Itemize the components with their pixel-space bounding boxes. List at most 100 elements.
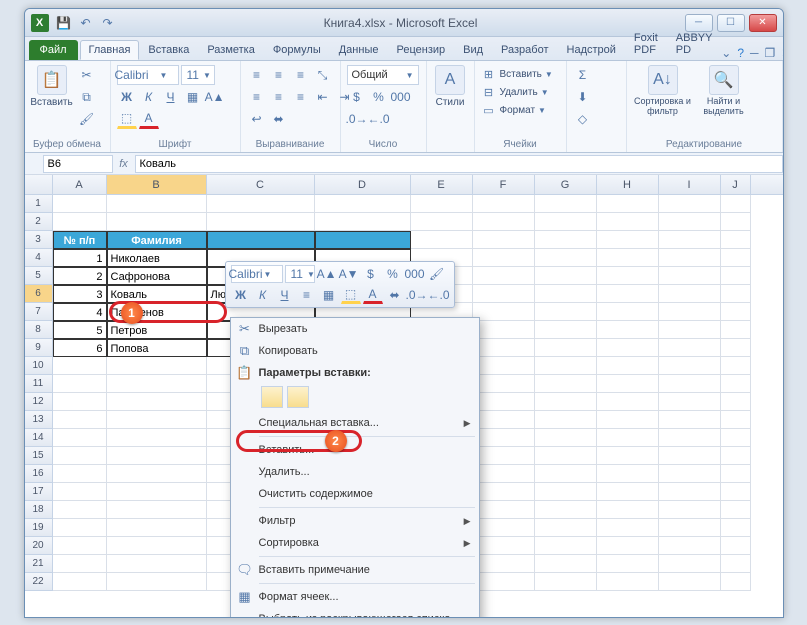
cell-H19[interactable] [597,519,659,537]
cell-D2[interactable] [315,213,411,231]
mini-decinc-icon[interactable]: .0→ [407,286,427,304]
mini-shrink-icon[interactable]: A▼ [339,265,359,283]
cell-I10[interactable] [659,357,721,375]
cell-J19[interactable] [721,519,751,537]
cell-B4[interactable]: Николаев [107,249,207,267]
row-header-4[interactable]: 4 [25,249,53,267]
mini-percent-icon[interactable]: % [383,265,403,283]
cell-J11[interactable] [721,375,751,393]
cell-I19[interactable] [659,519,721,537]
cell-G6[interactable] [535,285,597,303]
cell-B13[interactable] [107,411,207,429]
cell-A21[interactable] [53,555,107,573]
cell-H3[interactable] [597,231,659,249]
cell-F22[interactable] [473,573,535,591]
cell-A8[interactable]: 5 [53,321,107,339]
cell-A2[interactable] [53,213,107,231]
row-header-14[interactable]: 14 [25,429,53,447]
cells-format-button[interactable]: ▭Формат▼ [481,101,546,119]
font-size-combo[interactable]: 11▼ [181,65,215,85]
cells-insert-button[interactable]: ⊞Вставить▼ [481,65,553,83]
cell-A6[interactable]: 3 [53,285,107,303]
col-header-g[interactable]: G [535,175,597,194]
fill-icon[interactable]: ⬇ [573,87,593,107]
col-header-d[interactable]: D [315,175,411,194]
tab-view[interactable]: Вид [454,40,492,60]
cell-J7[interactable] [721,303,751,321]
cell-H7[interactable] [597,303,659,321]
cell-A12[interactable] [53,393,107,411]
cell-H22[interactable] [597,573,659,591]
cell-G19[interactable] [535,519,597,537]
cell-F2[interactable] [473,213,535,231]
fx-icon[interactable]: fx [113,158,135,170]
cell-J13[interactable] [721,411,751,429]
ctx-cut[interactable]: ✂Вырезать [231,318,479,340]
row-header-16[interactable]: 16 [25,465,53,483]
cell-J1[interactable] [721,195,751,213]
indent-dec-icon[interactable]: ⇤ [313,87,333,107]
col-header-i[interactable]: I [659,175,721,194]
row-header-6[interactable]: 6 [25,285,53,303]
cell-I20[interactable] [659,537,721,555]
cell-F13[interactable] [473,411,535,429]
cell-I12[interactable] [659,393,721,411]
cell-B17[interactable] [107,483,207,501]
ctx-copy[interactable]: ⧉Копировать [231,340,479,362]
orientation-icon[interactable]: ⤡ [313,65,333,85]
ctx-comment[interactable]: 🗨Вставить примечание [231,559,479,581]
cell-F14[interactable] [473,429,535,447]
cell-G15[interactable] [535,447,597,465]
cell-I3[interactable] [659,231,721,249]
cell-H2[interactable] [597,213,659,231]
cell-J3[interactable] [721,231,751,249]
cell-A1[interactable] [53,195,107,213]
cell-A19[interactable] [53,519,107,537]
find-select-button[interactable]: 🔍Найти и выделить [697,65,751,117]
row-header-1[interactable]: 1 [25,195,53,213]
sort-filter-button[interactable]: A↓Сортировка и фильтр [633,65,693,117]
cell-A14[interactable] [53,429,107,447]
cell-I4[interactable] [659,249,721,267]
cell-H10[interactable] [597,357,659,375]
cell-H9[interactable] [597,339,659,357]
cell-F5[interactable] [473,267,535,285]
cell-J15[interactable] [721,447,751,465]
cell-J5[interactable] [721,267,751,285]
cell-F18[interactable] [473,501,535,519]
grow-font-icon[interactable]: A▲ [205,87,225,107]
tab-file[interactable]: Файл [29,40,78,60]
cell-J4[interactable] [721,249,751,267]
col-header-b[interactable]: B [107,175,207,194]
cell-B19[interactable] [107,519,207,537]
cell-B14[interactable] [107,429,207,447]
row-header-5[interactable]: 5 [25,267,53,285]
tab-review[interactable]: Рецензир [387,40,454,60]
cell-I5[interactable] [659,267,721,285]
cell-F9[interactable] [473,339,535,357]
cell-I21[interactable] [659,555,721,573]
cell-G13[interactable] [535,411,597,429]
undo-icon[interactable]: ↶ [77,14,95,32]
col-header-c[interactable]: C [207,175,315,194]
cell-F20[interactable] [473,537,535,555]
mini-decdec-icon[interactable]: ←.0 [429,286,449,304]
tab-dev[interactable]: Разработ [492,40,557,60]
cell-G8[interactable] [535,321,597,339]
cell-H5[interactable] [597,267,659,285]
underline-button[interactable]: Ч [161,87,181,107]
cell-I16[interactable] [659,465,721,483]
cell-F17[interactable] [473,483,535,501]
ctx-format-cells[interactable]: ▦Формат ячеек... [231,586,479,608]
mini-font-combo[interactable]: Calibri▼ [231,265,283,283]
tab-data[interactable]: Данные [330,40,388,60]
ctx-delete[interactable]: Удалить... [231,461,479,483]
cell-A15[interactable] [53,447,107,465]
row-header-10[interactable]: 10 [25,357,53,375]
cell-J8[interactable] [721,321,751,339]
ctx-dropdown-list[interactable]: Выбрать из раскрывающегося списка... [231,608,479,618]
cell-H8[interactable] [597,321,659,339]
cell-F4[interactable] [473,249,535,267]
select-all-corner[interactable] [25,175,53,194]
cell-J2[interactable] [721,213,751,231]
